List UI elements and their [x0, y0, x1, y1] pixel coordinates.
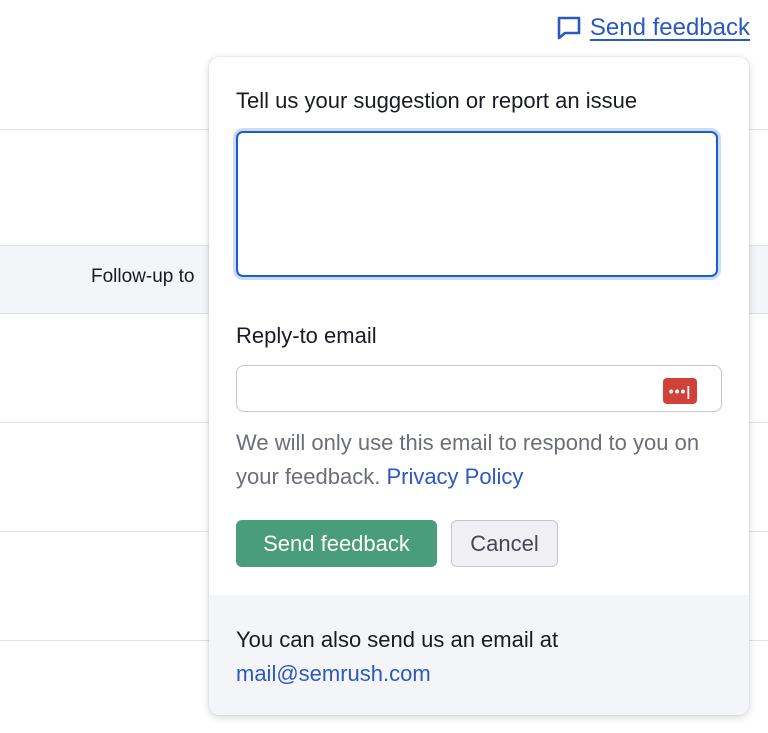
support-email-link[interactable]: mail@semrush.com [236, 657, 558, 691]
reply-email-label: Reply-to email [236, 323, 377, 348]
privacy-policy-link[interactable]: Privacy Policy [386, 464, 523, 489]
footer-message: You can also send us an email at [236, 627, 559, 652]
send-feedback-link-label: Send feedback [589, 14, 750, 41]
speech-bubble-icon [556, 15, 582, 41]
cancel-button[interactable]: Cancel [451, 520, 558, 567]
feedback-popover: Tell us your suggestion or report an iss… [209, 57, 749, 715]
email-usage-note: We will only use this email to respond t… [236, 426, 706, 494]
send-feedback-link[interactable]: Send feedback [556, 14, 750, 42]
popover-footer: You can also send us an email at mail@se… [209, 595, 749, 715]
footer-text: You can also send us an email at mail@se… [236, 623, 558, 691]
feedback-textarea[interactable] [236, 131, 718, 277]
column-header-follow-up[interactable]: Follow-up to [91, 266, 195, 288]
feedback-heading: Tell us your suggestion or report an iss… [236, 88, 638, 113]
send-feedback-button[interactable]: Send feedback [236, 520, 437, 567]
reply-email-field[interactable]: •••| [236, 365, 722, 412]
password-manager-icon[interactable]: •••| [663, 378, 697, 404]
